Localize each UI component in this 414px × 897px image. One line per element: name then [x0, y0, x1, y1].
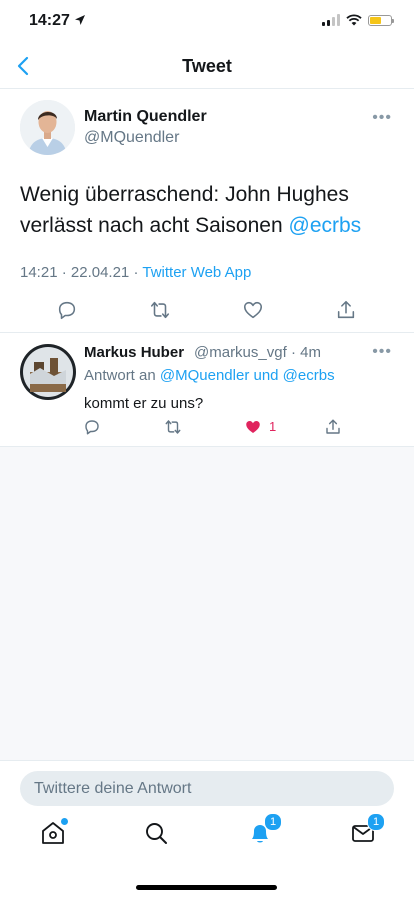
- reply-text: kommt er zu uns?: [84, 395, 204, 412]
- notifications-badge: 1: [264, 813, 282, 831]
- tweet-meta: 14:21 · 22.04.21 · Twitter Web App: [20, 264, 251, 281]
- search-icon: [146, 823, 167, 844]
- more-options-icon[interactable]: •••: [372, 343, 392, 361]
- retweet-icon[interactable]: [149, 299, 171, 321]
- battery-icon: [368, 14, 394, 26]
- like-icon[interactable]: [242, 299, 264, 321]
- main-tweet: Martin Quendler @MQuendler ••• Wenig übe…: [0, 89, 414, 333]
- share-icon[interactable]: [335, 299, 357, 321]
- messages-badge: 1: [367, 813, 385, 831]
- meta-separator: ·: [61, 264, 67, 281]
- profile-photo-icon: [20, 344, 76, 400]
- mention-link[interactable]: @ecrbs: [289, 214, 362, 237]
- retweet-icon[interactable]: [164, 418, 182, 436]
- avatar[interactable]: [20, 344, 76, 400]
- reply-tweet[interactable]: Markus Huber @markus_vgf · 4m ••• Antwor…: [0, 333, 414, 447]
- reply-input[interactable]: [20, 771, 394, 806]
- home-unread-dot: [60, 817, 69, 826]
- tab-messages[interactable]: 1: [349, 813, 385, 847]
- reply-author-handle: @markus_vgf · 4m: [194, 344, 321, 361]
- profile-photo-icon: [20, 100, 75, 155]
- more-options-icon[interactable]: •••: [372, 109, 392, 127]
- tweet-source-link[interactable]: Twitter Web App: [142, 264, 251, 281]
- tweet-date: 22.04.21: [70, 264, 130, 281]
- reply-context: Antwort an @MQuendler und @ecrbs: [84, 367, 335, 384]
- tweet-text: Wenig überraschend: John Hughes verlässt…: [20, 179, 400, 241]
- tweet-time: 14:21: [20, 264, 58, 281]
- reply-age: 4m: [300, 344, 321, 361]
- page-title: Tweet: [182, 56, 232, 76]
- reply-author-name[interactable]: Markus Huber: [84, 344, 184, 361]
- share-icon[interactable]: [324, 418, 342, 436]
- meta-separator: ·: [290, 344, 296, 361]
- tab-home[interactable]: [39, 817, 69, 847]
- nav-bar: Tweet: [0, 44, 414, 89]
- reply-icon[interactable]: [83, 418, 101, 436]
- reply-handle-text[interactable]: @markus_vgf: [194, 344, 287, 361]
- like-count: 1: [269, 419, 277, 434]
- compose-area: 1 1: [0, 760, 414, 897]
- author-name[interactable]: Martin Quendler: [84, 108, 207, 126]
- wifi-icon: [346, 14, 362, 26]
- status-bar: 14:27: [0, 0, 414, 44]
- avatar[interactable]: [20, 100, 75, 155]
- location-arrow-icon: [75, 15, 85, 25]
- cellular-signal-icon: [322, 14, 340, 26]
- reply-context-prefix: Antwort an: [84, 367, 156, 384]
- author-handle[interactable]: @MQuendler: [84, 129, 179, 147]
- tab-bar: 1 1: [0, 813, 414, 859]
- tweet-actions: [0, 299, 414, 325]
- meta-separator: ·: [133, 264, 139, 281]
- liked-heart-icon[interactable]: [244, 418, 262, 436]
- home-indicator: [136, 885, 277, 890]
- reply-context-mentions[interactable]: @MQuendler und @ecrbs: [160, 367, 335, 384]
- reply-icon[interactable]: [56, 299, 78, 321]
- reply-actions: 1: [0, 418, 414, 440]
- tab-search[interactable]: [142, 819, 170, 847]
- status-time: 14:27: [29, 12, 70, 29]
- tab-notifications[interactable]: 1: [246, 813, 282, 847]
- status-icons: [322, 14, 394, 26]
